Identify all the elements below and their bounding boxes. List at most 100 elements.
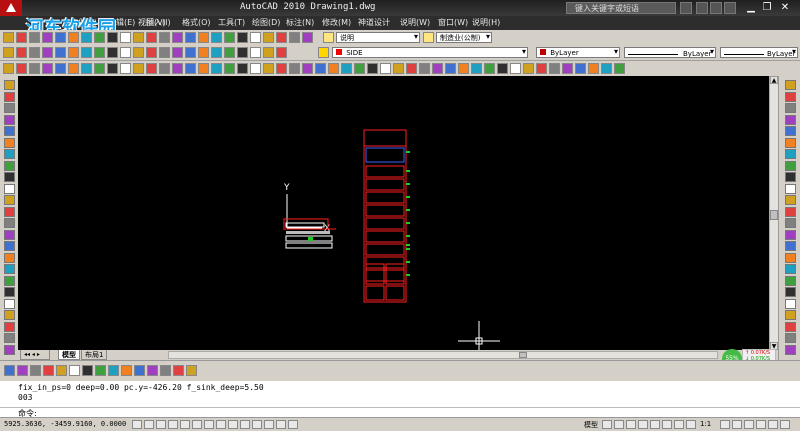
toolbar-tool-icon[interactable] [120,32,131,43]
modify-tool-icon[interactable] [785,114,796,125]
custom-tool-icon[interactable] [393,63,404,74]
text-style-icon[interactable] [323,32,334,43]
bottom-tool-icon[interactable] [173,365,184,376]
custom-tool-icon[interactable] [445,63,456,74]
custom-tool-icon[interactable] [198,63,209,74]
draw-tool-icon[interactable] [4,160,15,171]
layer-tool-icon[interactable] [107,47,118,58]
status-toggle-icon[interactable] [264,420,274,429]
layer-tool-icon[interactable] [68,47,79,58]
menu-window[interactable]: 窗口(W) [438,17,468,28]
layer-tool-icon[interactable] [120,47,131,58]
toolbar-tool-icon[interactable] [16,32,27,43]
custom-tool-icon[interactable] [575,63,586,74]
layer-tool-icon[interactable] [172,47,183,58]
draw-tool-icon[interactable] [4,298,15,309]
status-toggle-icon[interactable] [288,420,298,429]
status-toggle-icon[interactable] [144,420,154,429]
custom-tool-icon[interactable] [562,63,573,74]
custom-tool-icon[interactable] [120,63,131,74]
draw-tool-icon[interactable] [4,218,15,228]
layer-tool-icon[interactable] [146,47,157,58]
bottom-tool-icon[interactable] [186,365,197,376]
layer-tool-icon[interactable] [211,47,222,58]
modify-tool-icon[interactable] [785,149,796,159]
scroll-up-arrow[interactable]: ▲ [770,76,778,84]
status-tray-icon[interactable] [720,420,730,429]
custom-tool-icon[interactable] [484,63,495,74]
modify-tool-icon[interactable] [785,275,796,286]
help-icon[interactable] [724,2,736,14]
draw-tool-icon[interactable] [4,183,15,194]
modify-tool-icon[interactable] [785,218,796,228]
status-toggle-icon[interactable] [132,420,142,429]
status-toggle-icon[interactable] [192,420,202,429]
layer-tool-icon[interactable] [3,47,14,58]
modify-tool-icon[interactable] [785,241,796,251]
status-tool-icon[interactable] [650,420,660,429]
custom-tool-icon[interactable] [588,63,599,74]
bottom-tool-icon[interactable] [160,365,171,376]
modify-tool-icon[interactable] [785,160,796,171]
modify-tool-icon[interactable] [785,195,796,205]
modify-tool-icon[interactable] [785,80,796,90]
status-tray-icon[interactable] [768,420,778,429]
draw-tool-icon[interactable] [4,114,15,125]
toolbar-tool-icon[interactable] [29,32,40,43]
status-tray-icon[interactable] [780,420,790,429]
layer-tool-icon[interactable] [94,47,105,58]
custom-tool-icon[interactable] [3,63,14,74]
modify-tool-icon[interactable] [785,183,796,194]
custom-tool-icon[interactable] [289,63,300,74]
lineweight-select[interactable]: ByLayer [720,47,798,58]
custom-tool-icon[interactable] [497,63,508,74]
menu-custom-design[interactable]: 神道设计 [358,17,390,28]
modify-tool-icon[interactable] [785,206,796,217]
modify-tool-icon[interactable] [785,287,796,297]
layer-tool-icon[interactable] [263,47,274,58]
bottom-tool-icon[interactable] [134,365,145,376]
status-toggle-icon[interactable] [204,420,214,429]
toolbar-tool-icon[interactable] [159,32,170,43]
status-tool-icon[interactable] [662,420,672,429]
custom-tool-icon[interactable] [237,63,248,74]
custom-tool-icon[interactable] [341,63,352,74]
modify-tool-icon[interactable] [785,126,796,136]
layer-select[interactable]: SIDE [332,47,528,58]
modify-tool-icon[interactable] [785,172,796,182]
menu-modify[interactable]: 修改(M) [322,17,351,28]
status-tool-icon[interactable] [674,420,684,429]
status-tool-icon[interactable] [626,420,636,429]
draw-tool-icon[interactable] [4,149,15,159]
menu-explain[interactable]: 说明(W) [400,17,430,28]
scroll-thumb[interactable] [770,210,778,220]
status-toggle-icon[interactable] [180,420,190,429]
menu-draw[interactable]: 绘图(D) [252,17,280,28]
modify-tool-icon[interactable] [785,344,796,355]
draw-tool-icon[interactable] [4,229,15,240]
status-tool-icon[interactable] [602,420,612,429]
status-toggle-icon[interactable] [240,420,250,429]
menu-help[interactable]: 说明(H) [472,17,500,28]
bottom-tool-icon[interactable] [4,365,15,376]
toolbar-tool-icon[interactable] [263,32,274,43]
custom-tool-icon[interactable] [419,63,430,74]
status-toggle-icon[interactable] [156,420,166,429]
layer-tool-icon[interactable] [55,47,66,58]
toolbar-tool-icon[interactable] [81,32,92,43]
toolbar-tool-icon[interactable] [172,32,183,43]
custom-tool-icon[interactable] [614,63,625,74]
toolbar-tool-icon[interactable] [146,32,157,43]
draw-tool-icon[interactable] [4,321,15,332]
layer-tool-icon[interactable] [133,47,144,58]
layer-tool-icon[interactable] [42,47,53,58]
draw-tool-icon[interactable] [4,252,15,263]
custom-tool-icon[interactable] [185,63,196,74]
drawing-canvas[interactable]: Y X [18,76,769,350]
toolbar-tool-icon[interactable] [133,32,144,43]
bottom-tool-icon[interactable] [69,365,80,376]
bottom-tool-icon[interactable] [56,365,67,376]
modify-tool-icon[interactable] [785,229,796,240]
binoculars-icon[interactable] [680,2,692,14]
vertical-scrollbar[interactable]: ▲ ▼ [769,76,778,350]
